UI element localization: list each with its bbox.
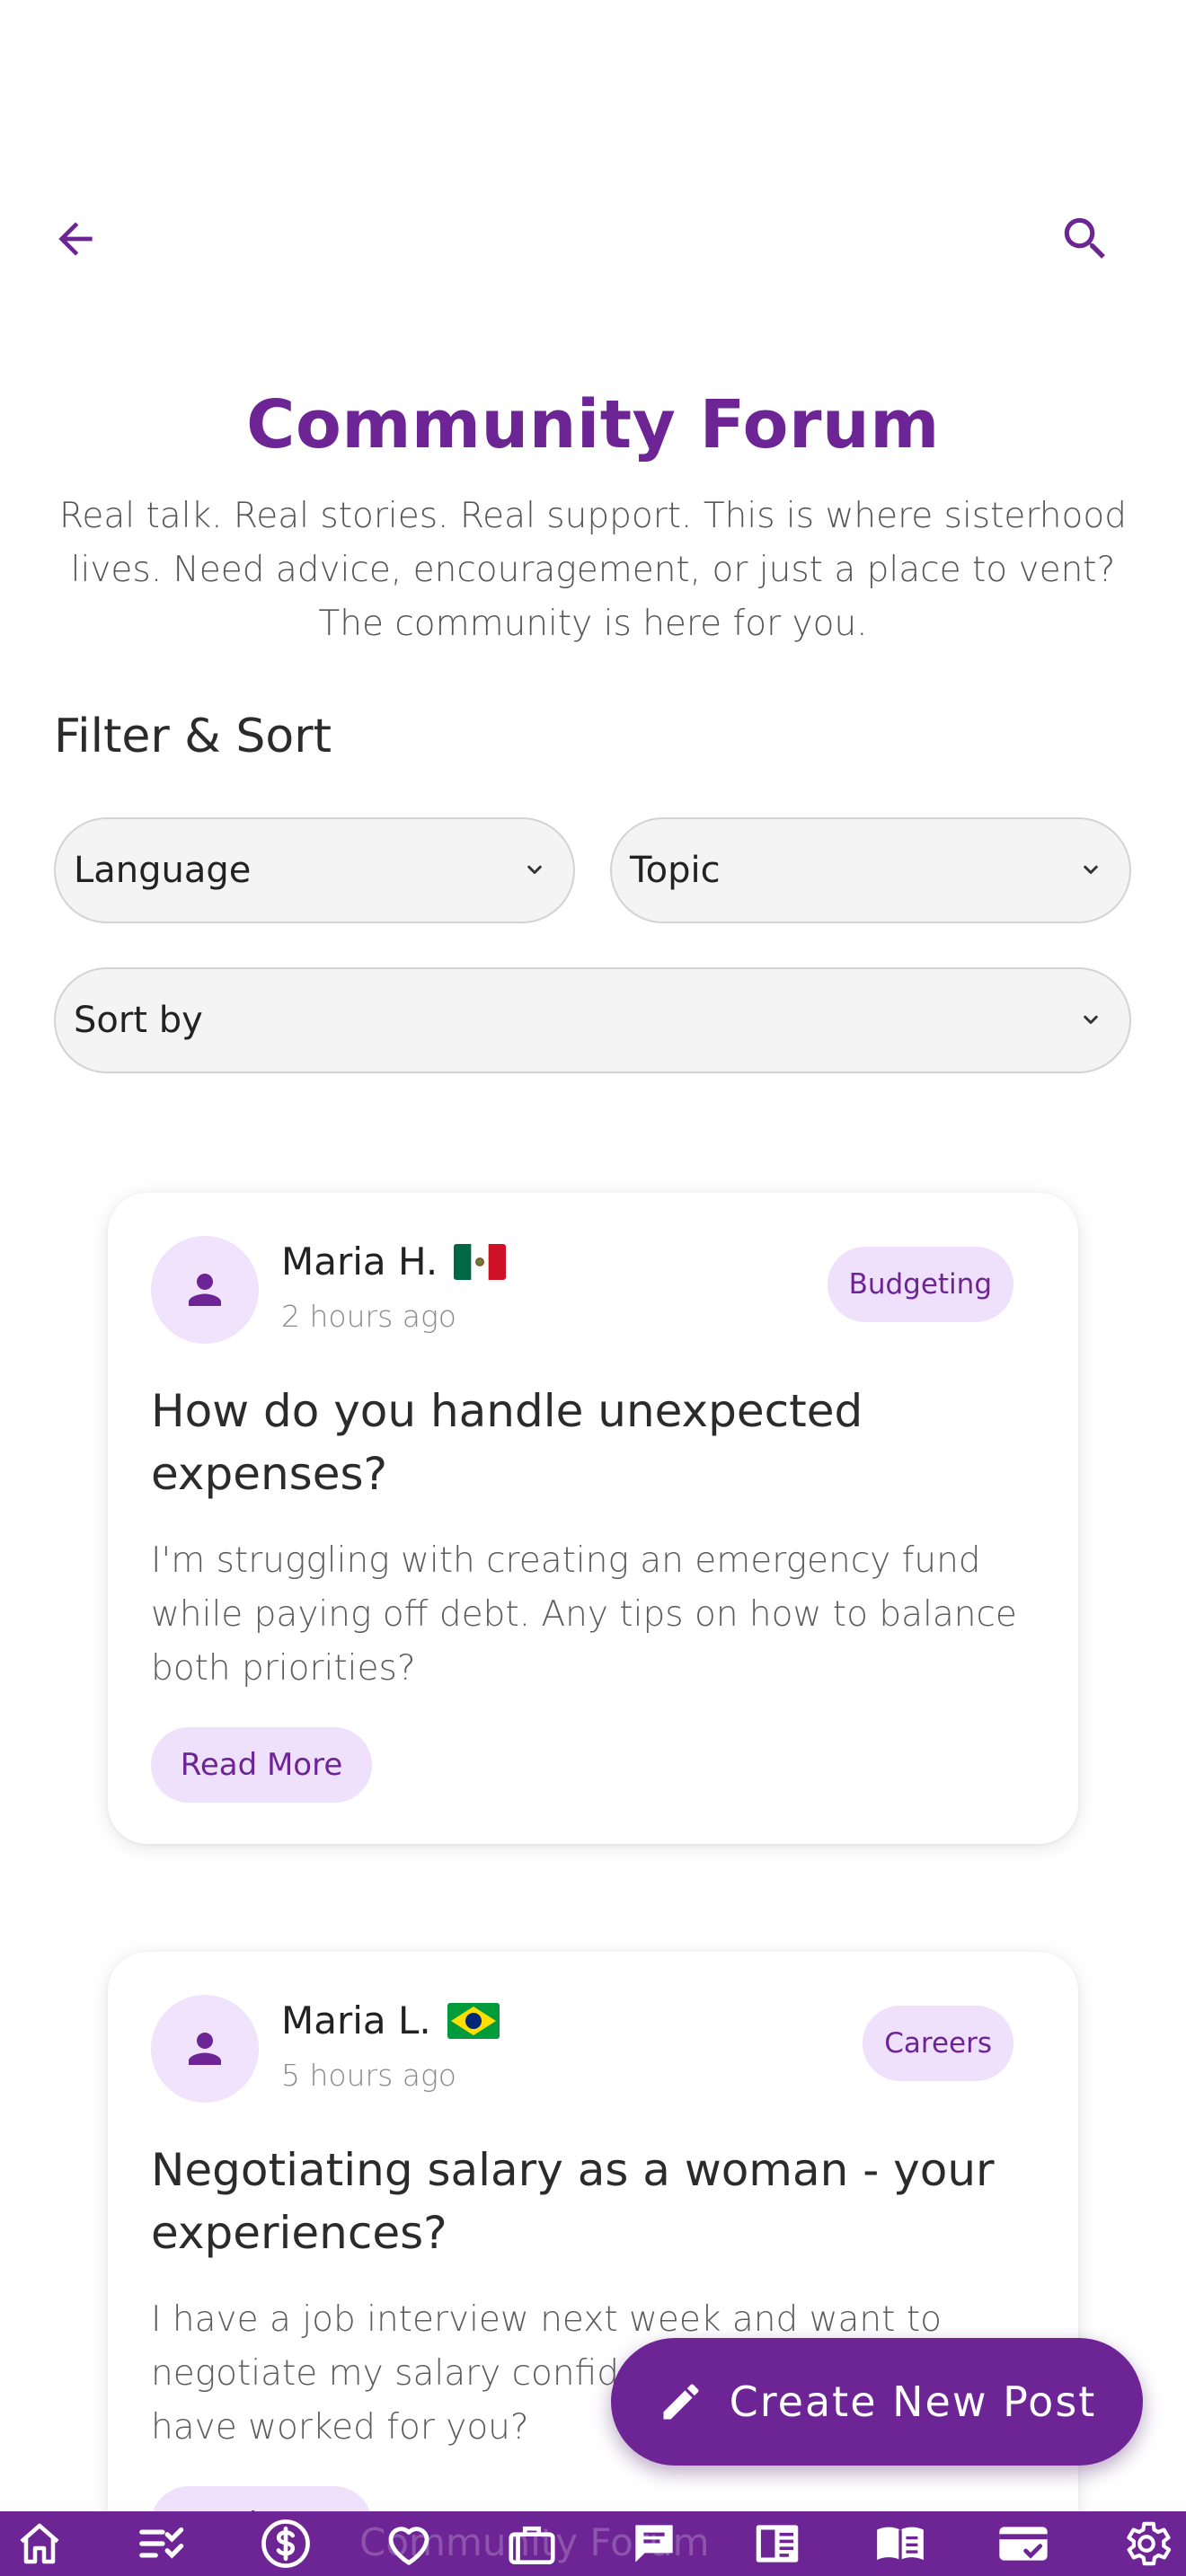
create-new-post-label: Create New Post xyxy=(729,2378,1097,2426)
brazil-flag-icon xyxy=(447,2002,500,2039)
post-author-name: Maria L. xyxy=(281,1998,431,2042)
post-title[interactable]: How do you handle unexpected expenses? xyxy=(151,1380,1031,1505)
read-more-button[interactable]: Read More xyxy=(151,1727,372,1803)
card-check-icon[interactable] xyxy=(989,2511,1058,2576)
sort-select-label: Sort by xyxy=(74,1000,203,1041)
filter-sort-heading: Filter & Sort xyxy=(54,710,332,763)
post-author: Maria H. xyxy=(281,1239,507,1284)
mexico-flag-icon xyxy=(454,1243,507,1280)
chevron-down-icon xyxy=(527,865,542,874)
topic-tag[interactable]: Careers xyxy=(863,2006,1013,2081)
chevron-down-icon xyxy=(1084,1015,1098,1024)
post-title[interactable]: Negotiating salary as a woman - your exp… xyxy=(151,2139,1031,2264)
post-time: 5 hours ago xyxy=(281,2058,456,2093)
avatar xyxy=(151,1236,259,1344)
create-new-post-button[interactable]: Create New Post xyxy=(611,2338,1143,2466)
sort-select[interactable]: Sort by xyxy=(54,967,1131,1073)
topic-select-label: Topic xyxy=(630,850,721,891)
person-icon xyxy=(189,2033,221,2065)
language-select[interactable]: Language xyxy=(54,817,575,923)
checklist-icon[interactable] xyxy=(128,2511,197,2576)
gear-icon[interactable] xyxy=(1112,2511,1181,2576)
topic-select[interactable]: Topic xyxy=(610,817,1131,923)
chevron-down-icon xyxy=(1084,865,1098,874)
forum-screen: Community Forum Real talk. Real stories.… xyxy=(0,0,1186,2576)
page-title: Community Forum xyxy=(246,386,940,463)
back-arrow-icon[interactable] xyxy=(43,207,108,271)
nav-ghost-label: Community Forum xyxy=(359,2520,710,2564)
post-body: I'm struggling with creating an emergenc… xyxy=(151,1540,1017,1689)
dollar-icon[interactable] xyxy=(252,2511,320,2576)
newspaper-icon[interactable] xyxy=(743,2511,811,2576)
post-author-name: Maria H. xyxy=(281,1239,438,1284)
topic-tag[interactable]: Budgeting xyxy=(827,1247,1013,1322)
post-author: Maria L. xyxy=(281,1998,500,2042)
post-card[interactable]: Maria H. 2 hours ago Budgeting How do yo… xyxy=(108,1193,1078,1844)
home-icon[interactable] xyxy=(5,2511,74,2576)
person-icon xyxy=(189,1274,221,1306)
book-icon[interactable] xyxy=(866,2511,934,2576)
avatar xyxy=(151,1995,259,2103)
language-select-label: Language xyxy=(74,850,252,891)
search-icon[interactable] xyxy=(1053,207,1118,271)
post-time: 2 hours ago xyxy=(281,1299,456,1334)
pencil-icon xyxy=(663,2384,699,2420)
post-card[interactable]: Maria L. 5 hours ago Careers Negotiating… xyxy=(108,1952,1078,2576)
page-subtitle: Real talk. Real stories. Real support. T… xyxy=(59,496,1127,644)
